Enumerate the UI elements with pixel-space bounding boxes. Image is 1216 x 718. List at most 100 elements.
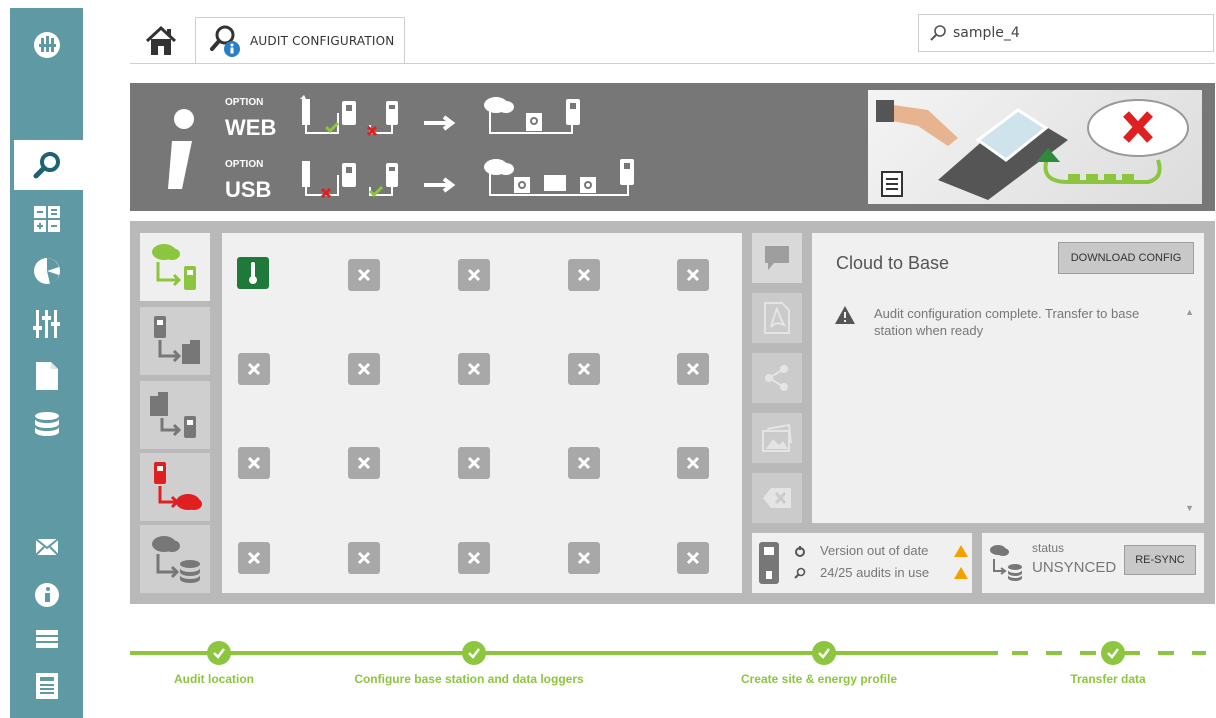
empty-slot[interactable]: [458, 259, 490, 291]
backspace-icon: [763, 488, 791, 508]
search-box[interactable]: [918, 14, 1214, 52]
re-sync-button[interactable]: RE-SYNC: [1124, 545, 1196, 575]
version-text: Version out of date: [820, 543, 929, 558]
document-icon[interactable]: [10, 360, 83, 392]
logger-device-icon: [759, 542, 779, 584]
sliders-icon[interactable]: [10, 308, 83, 340]
mode-tab-bases-to-logger[interactable]: [140, 381, 210, 449]
empty-slot[interactable]: [348, 447, 380, 479]
empty-slot[interactable]: [677, 259, 709, 291]
empty-slot[interactable]: [238, 542, 270, 574]
share-icon: [765, 365, 788, 391]
pdf-export-button[interactable]: [752, 293, 802, 343]
status-value: UNSYNCED: [1032, 559, 1117, 576]
list-icon[interactable]: [10, 630, 83, 648]
step-label-configure[interactable]: Configure base station and data loggers: [354, 672, 583, 686]
empty-slot[interactable]: [677, 447, 709, 479]
empty-slot[interactable]: [568, 447, 600, 479]
step-label-audit-location[interactable]: Audit location: [174, 672, 254, 686]
version-status-box: Version out of date 24/25 audits in use: [752, 533, 972, 593]
close-icon: [686, 268, 700, 282]
pdf-icon: [764, 302, 790, 334]
delete-button[interactable]: [752, 473, 802, 523]
database-icon[interactable]: [10, 410, 83, 442]
close-icon: [467, 456, 481, 470]
version-warning-icon: [954, 545, 968, 557]
scroll-down-arrow[interactable]: ▼: [1185, 503, 1194, 513]
mode-tab-logger-to-cloud[interactable]: [140, 453, 210, 521]
calculator-doc-icon[interactable]: [10, 672, 83, 700]
warning-icon: [835, 306, 855, 324]
search-icon[interactable]: [10, 150, 83, 180]
logger-to-bases-icon: [154, 316, 200, 364]
bases-to-logger-icon: [150, 392, 196, 438]
audits-warning-icon: [954, 567, 968, 579]
empty-slot[interactable]: [348, 542, 380, 574]
download-config-button[interactable]: DOWNLOAD CONFIG: [1058, 242, 1194, 274]
close-icon: [467, 551, 481, 565]
share-button[interactable]: [752, 353, 802, 403]
tab-audit-configuration[interactable]: AUDIT CONFIGURATION: [195, 17, 405, 63]
step-label-site-profile[interactable]: Create site & energy profile: [741, 672, 897, 686]
progress-dash: [1192, 651, 1206, 655]
info-icon[interactable]: [10, 582, 83, 608]
step-site-profile-check-icon[interactable]: [812, 641, 836, 665]
step-label-transfer-data[interactable]: Transfer data: [1070, 672, 1145, 686]
empty-slot[interactable]: [677, 353, 709, 385]
logger-to-cloud-icon: [154, 462, 202, 510]
close-icon: [467, 268, 481, 282]
logger-slot-grid: [222, 233, 742, 593]
mode-tab-logger-to-bases[interactable]: [140, 307, 210, 375]
empty-slot[interactable]: [677, 542, 709, 574]
info-message-row: Audit configuration complete. Transfer t…: [834, 305, 1174, 339]
calculator-icon[interactable]: [10, 204, 83, 234]
web-flow-diagram: [300, 95, 580, 137]
empty-slot[interactable]: [568, 353, 600, 385]
audit-search-info-icon: [210, 25, 240, 57]
pie-chart-icon[interactable]: [10, 256, 83, 286]
close-icon: [357, 456, 371, 470]
usb-flow-diagram: [302, 159, 634, 199]
progress-dash: [1080, 651, 1096, 655]
speech-bubble-icon: [765, 246, 789, 270]
step-configure-check-icon[interactable]: [462, 641, 486, 665]
progress-dash: [1046, 651, 1062, 655]
mail-icon[interactable]: [10, 538, 83, 556]
close-icon: [357, 268, 371, 282]
progress-dash: [1158, 651, 1174, 655]
info-banner: OPTION WEB OPTION USB: [130, 83, 1215, 211]
close-icon: [686, 362, 700, 376]
empty-slot[interactable]: [238, 353, 270, 385]
home-button[interactable]: [140, 20, 182, 62]
empty-slot[interactable]: [238, 447, 270, 479]
home-icon: [145, 25, 177, 55]
empty-slot[interactable]: [348, 259, 380, 291]
step-audit-location-check-icon[interactable]: [207, 641, 231, 665]
step-transfer-data-check-icon[interactable]: [1101, 641, 1125, 665]
mode-tab-cloud-to-database[interactable]: [140, 525, 210, 593]
empty-slot[interactable]: [458, 542, 490, 574]
sidebar: [10, 8, 83, 718]
comment-button[interactable]: [752, 233, 802, 283]
option-web-title: WEB: [225, 115, 277, 140]
progress-dash: [1012, 651, 1028, 655]
empty-slot[interactable]: [458, 353, 490, 385]
empty-slot[interactable]: [568, 259, 600, 291]
app-logo-icon[interactable]: [10, 30, 83, 60]
sync-icon: [795, 546, 805, 557]
close-icon: [357, 551, 371, 565]
mode-tab-cloud-to-base[interactable]: [140, 233, 210, 301]
info-title: Cloud to Base: [836, 253, 950, 273]
scroll-up-arrow[interactable]: ▲: [1185, 307, 1194, 317]
image-button[interactable]: [752, 413, 802, 463]
option-usb-caption: OPTION: [225, 159, 264, 170]
empty-slot[interactable]: [348, 353, 380, 385]
option-web-caption: OPTION: [225, 97, 264, 108]
thermometer-slot[interactable]: [237, 257, 269, 289]
search-input[interactable]: [953, 25, 1193, 41]
audits-text: 24/25 audits in use: [820, 565, 930, 580]
tab-underline: [130, 63, 1215, 64]
empty-slot[interactable]: [568, 542, 600, 574]
info-message: Audit configuration complete. Transfer t…: [874, 306, 1140, 338]
empty-slot[interactable]: [458, 447, 490, 479]
